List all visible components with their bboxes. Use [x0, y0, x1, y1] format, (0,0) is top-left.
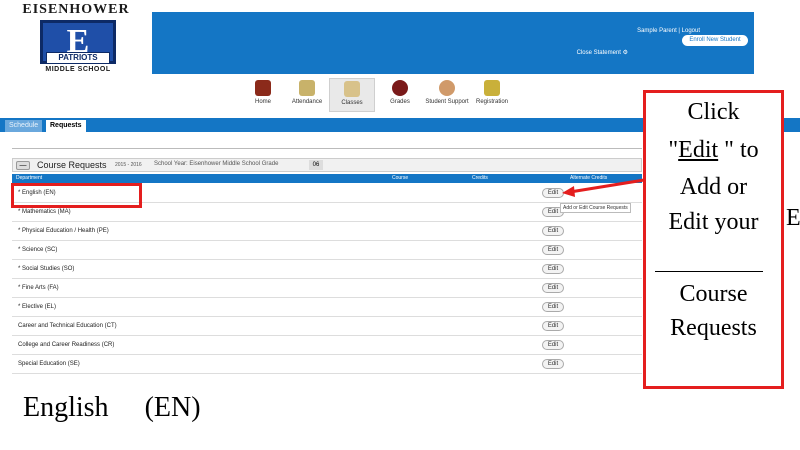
tab-schedule[interactable]: Schedule [5, 120, 43, 132]
arrow-icon [562, 178, 645, 197]
callout-quote-open: " [668, 137, 679, 163]
highlight-box [11, 183, 142, 208]
callout-overflow-letter: E [786, 205, 800, 231]
edit-button[interactable]: Edit [542, 359, 564, 369]
logo-school-name: MIDDLE SCHOOL [45, 66, 111, 73]
grades-icon [392, 80, 408, 96]
student-support-icon [439, 80, 455, 96]
user-menu[interactable]: Sample Parent | Logout [637, 28, 700, 34]
callout-line-6: Requests [670, 315, 757, 341]
callout-line-4: Edit your [668, 209, 759, 235]
nav-classes-label: Classes [341, 100, 363, 106]
nav-registration[interactable]: Registration [469, 78, 515, 112]
edit-button[interactable]: Edit [542, 245, 564, 255]
attendance-icon [299, 80, 315, 96]
callout-line-2: "Edit " to [646, 137, 781, 164]
row-label: * Social Studies (SO) [18, 266, 75, 272]
school-info: School Year: Eisenhower Middle School Gr… [154, 161, 279, 167]
table-row: Career and Technical Education (CT) Edit [12, 317, 642, 336]
callout-quote-close: " to [718, 137, 759, 163]
row-label: * Science (SC) [18, 247, 58, 253]
school-year-range: 2015 - 2016 [115, 162, 142, 168]
nav-home-label: Home [254, 99, 271, 105]
table-row: College and Career Readiness (CR) Edit [12, 336, 642, 355]
row-label: Special Education (SE) [18, 361, 80, 367]
row-label: * Mathematics (MA) [18, 209, 71, 215]
table-row: * Elective (EL) Edit [12, 298, 642, 317]
nav-student-support-label: Student Support [425, 99, 469, 105]
col-credits: Credits [472, 175, 488, 181]
enroll-new-student-button[interactable]: Enroll New Student [682, 35, 748, 46]
edit-button[interactable]: Edit [542, 226, 564, 236]
classes-icon [344, 81, 360, 97]
panel-header: — Course Requests 2015 - 2016 School Yea… [12, 158, 642, 172]
footer-code: (EN) [144, 392, 201, 423]
row-label: * Fine Arts (FA) [18, 285, 59, 291]
row-label: * Elective (EL) [18, 304, 57, 310]
table-row: * Physical Education / Health (PE) Edit [12, 222, 642, 241]
row-label: College and Career Readiness (CR) [18, 342, 115, 348]
callout-line-1: Click [687, 99, 740, 125]
registration-icon [484, 80, 500, 96]
instruction-callout: Click "Edit " to Add or Edit your Course… [643, 90, 784, 389]
edit-button[interactable]: Edit [542, 340, 564, 350]
footer-caption: English (EN) [23, 392, 237, 424]
collapse-button[interactable]: — [16, 161, 30, 170]
school-logo: EISENHOWER E PATRIOTS MIDDLE SCHOOL [0, 0, 152, 76]
callout-edit-word: Edit [678, 137, 719, 163]
logo-banner: PATRIOTS [46, 52, 110, 64]
table-row: * Social Studies (SO) Edit [12, 260, 642, 279]
nav-grades[interactable]: Grades [377, 78, 423, 112]
nav-attendance-label: Attendance [291, 99, 323, 105]
row-label: Career and Technical Education (CT) [18, 323, 117, 329]
callout-line-3: Add or [679, 174, 748, 200]
nav-registration-label: Registration [475, 99, 508, 105]
edit-button[interactable]: Edit [542, 302, 564, 312]
table-header: Department Course Credits Alternate Cred… [12, 174, 642, 183]
table-row: * Fine Arts (FA) Edit [12, 279, 642, 298]
col-department: Department [16, 175, 43, 181]
callout-line-5: Course [679, 281, 748, 307]
header-bar: Sample Parent | Logout Close Statement ⚙ [152, 12, 754, 74]
footer-subject: English [23, 392, 109, 423]
table-row: Special Education (SE) Edit [12, 355, 642, 374]
col-course: Course [392, 175, 409, 181]
nav-grades-label: Grades [390, 99, 410, 105]
callout-divider [655, 271, 763, 272]
tab-requests[interactable]: Requests [46, 120, 86, 132]
nav-student-support[interactable]: Student Support [424, 78, 470, 112]
nav-classes[interactable]: Classes [329, 78, 375, 112]
edit-button[interactable]: Edit [542, 321, 564, 331]
logo-arc-text: EISENHOWER [22, 2, 130, 17]
row-label: * Physical Education / Health (PE) [18, 228, 109, 234]
edit-tooltip: Add or Edit Course Requests [560, 203, 631, 213]
nav-home[interactable]: Home [240, 78, 286, 112]
edit-button[interactable]: Edit [542, 264, 564, 274]
panel-title: Course Requests [37, 160, 107, 170]
home-icon [255, 80, 271, 96]
nav-attendance[interactable]: Attendance [284, 78, 330, 112]
grade-badge: 06 [309, 160, 323, 170]
close-statement-link[interactable]: Close Statement ⚙ [577, 49, 628, 56]
edit-button[interactable]: Edit [542, 283, 564, 293]
table-row: * Science (SC) Edit [12, 241, 642, 260]
